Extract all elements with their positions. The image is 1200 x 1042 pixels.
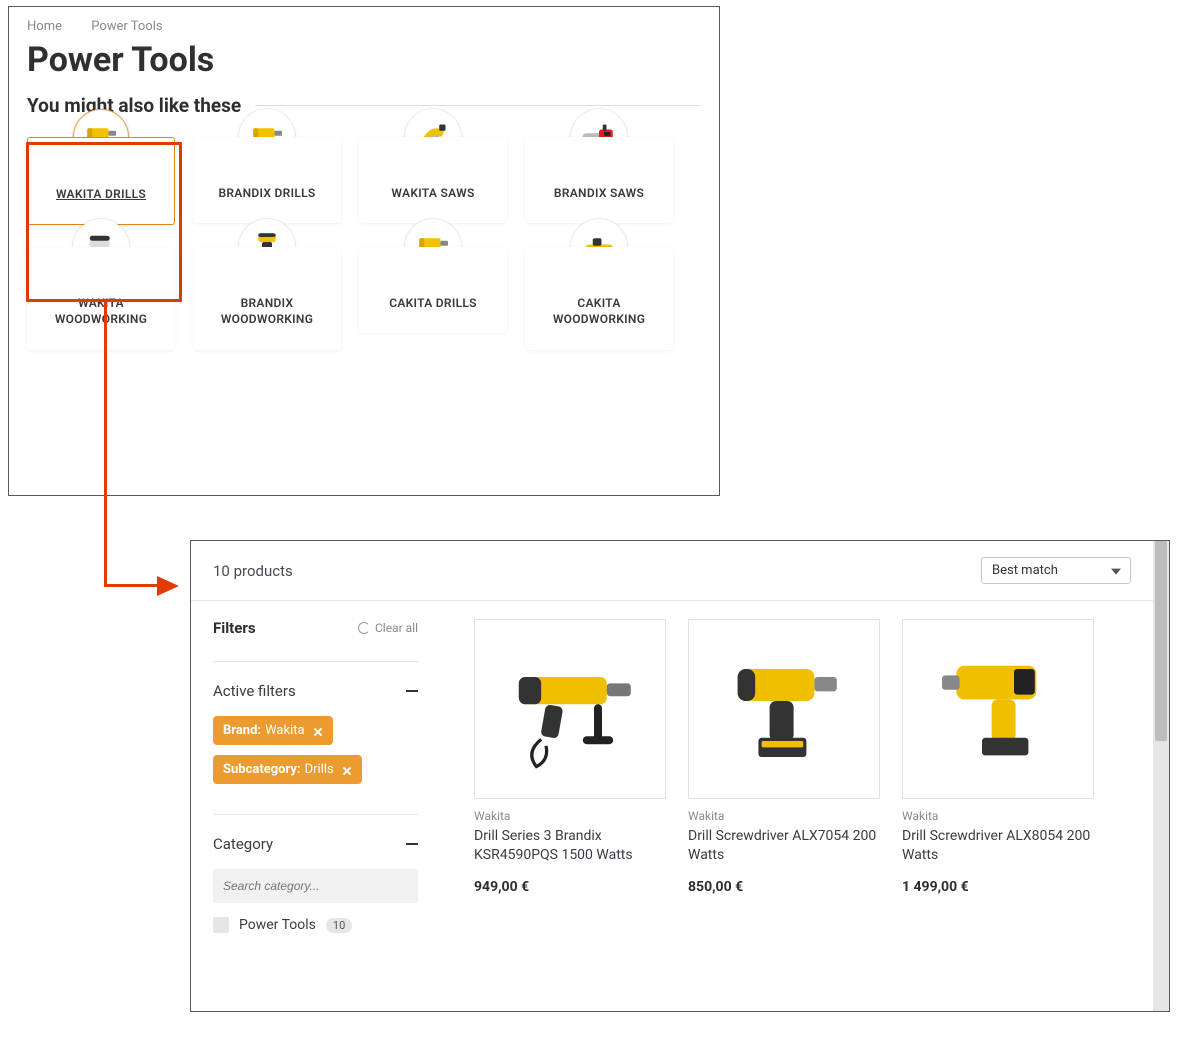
card-wakita-woodworking[interactable]: WAKITA WOODWORKING bbox=[27, 247, 175, 349]
product-name: Drill Series 3 Brandix KSR4590PQS 1500 W… bbox=[474, 827, 666, 865]
divider bbox=[255, 105, 701, 106]
tree-item-count: 10 bbox=[326, 918, 352, 933]
tree-item-label: Power Tools bbox=[239, 917, 316, 933]
product-card[interactable]: Wakita Drill Series 3 Brandix KSR4590PQS… bbox=[474, 619, 666, 933]
clear-all-button[interactable]: Clear all bbox=[358, 621, 418, 635]
category-tree-item[interactable]: Power Tools 10 bbox=[213, 917, 418, 933]
product-brand: Wakita bbox=[688, 809, 880, 823]
remove-icon[interactable] bbox=[342, 765, 352, 775]
recommendations-heading: You might also like these bbox=[27, 94, 241, 117]
product-grid: Wakita Drill Series 3 Brandix KSR4590PQS… bbox=[418, 619, 1131, 933]
breadcrumb: Home Power Tools bbox=[27, 19, 701, 34]
breadcrumb-current[interactable]: Power Tools bbox=[91, 19, 162, 34]
breadcrumb-home[interactable]: Home bbox=[27, 19, 62, 34]
collapse-icon[interactable] bbox=[406, 690, 418, 692]
divider bbox=[213, 814, 418, 815]
product-name: Drill Screwdriver ALX7054 200 Watts bbox=[688, 827, 880, 865]
annotation-arrow-horizontal bbox=[104, 584, 159, 587]
clear-all-label: Clear all bbox=[375, 621, 418, 635]
card-brandix-woodworking[interactable]: BRANDIX WOODWORKING bbox=[193, 247, 341, 349]
filter-chip-brand[interactable]: Brand: Wakita bbox=[213, 716, 333, 745]
card-label: BRANDIX SAWS bbox=[533, 185, 665, 201]
product-price: 949,00 € bbox=[474, 879, 666, 895]
filters-title: Filters bbox=[213, 619, 256, 637]
product-price: 850,00 € bbox=[688, 879, 880, 895]
card-wakita-drills[interactable]: WAKITA DRILLS bbox=[27, 137, 175, 225]
card-wakita-saws[interactable]: WAKITA SAWS bbox=[359, 137, 507, 225]
card-cakita-woodworking[interactable]: CAKITA WOODWORKING bbox=[525, 247, 673, 349]
active-filters-title: Active filters bbox=[213, 682, 296, 700]
divider bbox=[213, 661, 418, 662]
annotation-arrow-vertical bbox=[104, 302, 107, 586]
product-brand: Wakita bbox=[474, 809, 666, 823]
sort-select[interactable]: Best match bbox=[981, 557, 1131, 584]
scrollbar[interactable] bbox=[1153, 541, 1169, 1011]
chip-key: Subcategory: bbox=[223, 762, 301, 777]
card-label: WAKITA WOODWORKING bbox=[35, 295, 167, 327]
category-search-input[interactable] bbox=[213, 869, 418, 903]
category-panel: Home Power Tools Power Tools You might a… bbox=[8, 6, 720, 496]
scrollbar-thumb[interactable] bbox=[1155, 541, 1167, 741]
chip-value: Drills bbox=[305, 762, 334, 777]
card-label: BRANDIX DRILLS bbox=[201, 185, 333, 201]
chip-value: Wakita bbox=[265, 723, 304, 738]
filter-sidebar: Filters Clear all Active filters Brand: … bbox=[213, 619, 418, 933]
card-label: WAKITA DRILLS bbox=[36, 186, 166, 202]
product-name: Drill Screwdriver ALX8054 200 Watts bbox=[902, 827, 1094, 865]
page-title: Power Tools bbox=[27, 40, 701, 80]
checkbox-icon[interactable] bbox=[213, 917, 229, 933]
product-price: 1 499,00 € bbox=[902, 879, 1094, 895]
card-brandix-drills[interactable]: BRANDIX DRILLS bbox=[193, 137, 341, 225]
product-image bbox=[902, 619, 1094, 799]
product-listing-panel: 10 products Best match Filters Clear all… bbox=[190, 540, 1170, 1012]
product-count: 10 products bbox=[213, 562, 293, 580]
card-cakita-drills[interactable]: CAKITA DRILLS bbox=[359, 247, 507, 349]
product-card[interactable]: Wakita Drill Screwdriver ALX7054 200 Wat… bbox=[688, 619, 880, 933]
product-card[interactable]: Wakita Drill Screwdriver ALX8054 200 Wat… bbox=[902, 619, 1094, 933]
category-title: Category bbox=[213, 835, 273, 853]
card-label: CAKITA WOODWORKING bbox=[533, 295, 665, 327]
recommendation-grid: WAKITA DRILLS BRANDIX DRILLS WAKITA SAWS bbox=[27, 137, 701, 350]
card-brandix-saws[interactable]: BRANDIX SAWS bbox=[525, 137, 673, 225]
listing-topbar: 10 products Best match bbox=[191, 541, 1153, 601]
filter-chip-subcategory[interactable]: Subcategory: Drills bbox=[213, 755, 362, 784]
annotation-arrowhead bbox=[157, 576, 179, 596]
product-image bbox=[688, 619, 880, 799]
card-label: BRANDIX WOODWORKING bbox=[201, 295, 333, 327]
sort-value: Best match bbox=[992, 563, 1058, 578]
card-label: CAKITA DRILLS bbox=[367, 295, 499, 311]
card-label: WAKITA SAWS bbox=[367, 185, 499, 201]
chip-key: Brand: bbox=[223, 723, 261, 738]
product-brand: Wakita bbox=[902, 809, 1094, 823]
refresh-icon bbox=[358, 622, 370, 634]
collapse-icon[interactable] bbox=[406, 843, 418, 845]
remove-icon[interactable] bbox=[313, 726, 323, 736]
product-image bbox=[474, 619, 666, 799]
